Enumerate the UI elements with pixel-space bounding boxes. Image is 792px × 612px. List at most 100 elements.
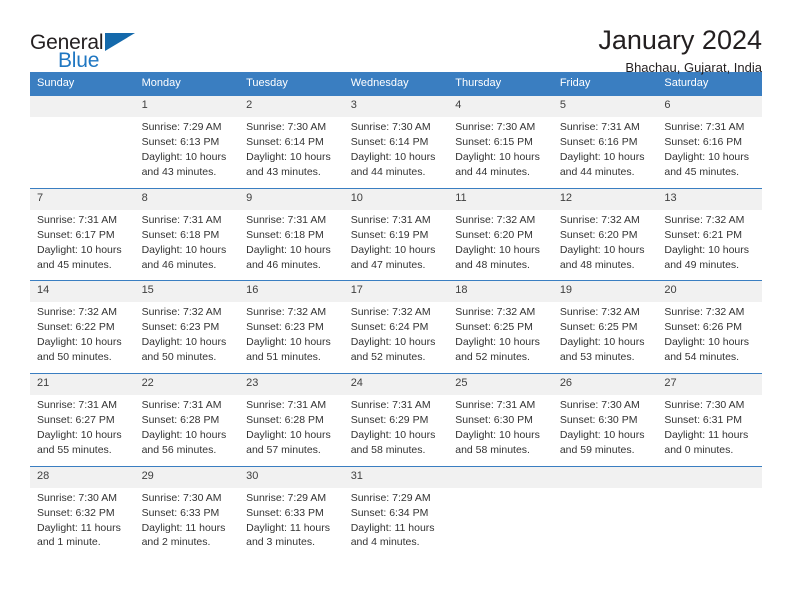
day-number: 7 [30, 187, 135, 210]
day-cell: Sunrise: 7:31 AM Sunset: 6:27 PM Dayligh… [30, 395, 135, 467]
day-cell: Sunrise: 7:31 AM Sunset: 6:28 PM Dayligh… [134, 395, 240, 467]
week-row-daynumbers: 28 29 30 31 [30, 465, 762, 488]
day-cell: Sunrise: 7:32 AM Sunset: 6:23 PM Dayligh… [239, 302, 344, 374]
daylight-text-line1: Daylight: 10 hours [350, 336, 436, 349]
day-number: 2 [239, 95, 344, 118]
day-cell: Sunrise: 7:30 AM Sunset: 6:32 PM Dayligh… [30, 487, 135, 559]
day-cell [448, 487, 553, 559]
daylight-text-line2: and 44 minutes. [455, 165, 530, 178]
sunset-text: Sunset: 6:21 PM [664, 228, 743, 241]
sunset-text: Sunset: 6:33 PM [141, 506, 220, 519]
daylight-text-line2: and 3 minutes. [246, 536, 316, 549]
sunset-text: Sunset: 6:30 PM [455, 413, 533, 426]
daylight-text-line2: and 50 minutes. [37, 351, 112, 364]
day-number: 24 [343, 373, 449, 396]
day-cell: Sunrise: 7:31 AM Sunset: 6:19 PM Dayligh… [343, 209, 449, 281]
sunrise-text: Sunrise: 7:31 AM [141, 399, 222, 412]
week-row-details: Sunrise: 7:32 AM Sunset: 6:22 PM Dayligh… [30, 302, 762, 374]
daylight-text-line1: Daylight: 11 hours [350, 521, 435, 534]
sunrise-text: Sunrise: 7:31 AM [246, 399, 327, 412]
daylight-text-line1: Daylight: 10 hours [141, 336, 227, 349]
sunrise-text: Sunrise: 7:29 AM [141, 121, 222, 134]
daylight-text-line1: Daylight: 10 hours [246, 151, 331, 163]
sunset-text: Sunset: 6:32 PM [37, 506, 115, 519]
day-number: 10 [343, 187, 449, 210]
daylight-text-line2: and 58 minutes. [455, 443, 530, 456]
day-cell: Sunrise: 7:31 AM Sunset: 6:29 PM Dayligh… [343, 395, 449, 467]
day-number: 29 [134, 465, 240, 488]
day-cell: Sunrise: 7:31 AM Sunset: 6:30 PM Dayligh… [448, 395, 553, 467]
week-row-details: Sunrise: 7:30 AM Sunset: 6:32 PM Dayligh… [30, 487, 762, 559]
weekday-header-wednesday: Wednesday [343, 72, 449, 96]
sunset-text: Sunset: 6:20 PM [559, 228, 638, 241]
sunrise-text: Sunrise: 7:30 AM [246, 121, 327, 134]
week-row-daynumbers: 1 2 3 4 5 6 [30, 95, 762, 118]
sunrise-text: Sunrise: 7:32 AM [455, 306, 536, 319]
sunrise-text: Sunrise: 7:30 AM [455, 121, 536, 134]
day-number: 16 [239, 280, 344, 303]
sunset-text: Sunset: 6:31 PM [664, 413, 743, 426]
sunset-text: Sunset: 6:25 PM [455, 321, 533, 334]
sunset-text: Sunset: 6:28 PM [246, 413, 324, 426]
day-cell: Sunrise: 7:29 AM Sunset: 6:13 PM Dayligh… [134, 117, 240, 189]
day-number: 11 [448, 187, 553, 210]
location-subtitle: Bhachau, Gujarat, India [625, 60, 762, 76]
day-number [657, 465, 762, 488]
day-number: 18 [448, 280, 553, 303]
day-cell [30, 117, 135, 189]
day-cell: Sunrise: 7:32 AM Sunset: 6:26 PM Dayligh… [657, 302, 762, 374]
weekday-header-friday: Friday [552, 72, 658, 96]
weekday-header-sunday: Sunday [30, 72, 135, 96]
day-cell: Sunrise: 7:30 AM Sunset: 6:15 PM Dayligh… [448, 117, 553, 189]
week-row-daynumbers: 14 15 16 17 18 19 20 [30, 280, 762, 303]
day-number: 20 [657, 280, 762, 303]
day-number: 14 [30, 280, 135, 303]
sunset-text: Sunset: 6:24 PM [350, 321, 429, 334]
daylight-text-line2: and 48 minutes. [455, 258, 530, 271]
sunrise-text: Sunrise: 7:31 AM [350, 213, 431, 226]
sunrise-text: Sunrise: 7:30 AM [350, 121, 431, 134]
sunset-text: Sunset: 6:16 PM [664, 136, 743, 149]
day-cell: Sunrise: 7:32 AM Sunset: 6:22 PM Dayligh… [30, 302, 135, 374]
daylight-text-line2: and 45 minutes. [664, 165, 740, 178]
day-cell: Sunrise: 7:31 AM Sunset: 6:16 PM Dayligh… [657, 117, 762, 189]
sunset-text: Sunset: 6:14 PM [246, 136, 324, 149]
sunrise-text: Sunrise: 7:32 AM [37, 306, 117, 319]
daylight-text-line1: Daylight: 10 hours [37, 336, 122, 349]
daylight-text-line1: Daylight: 10 hours [455, 243, 540, 256]
sunset-text: Sunset: 6:16 PM [559, 136, 638, 149]
daylight-text-line1: Daylight: 11 hours [664, 428, 749, 441]
day-cell: Sunrise: 7:30 AM Sunset: 6:33 PM Dayligh… [134, 487, 240, 559]
sunset-text: Sunset: 6:30 PM [559, 413, 638, 426]
sunset-text: Sunset: 6:13 PM [141, 136, 220, 149]
daylight-text-line1: Daylight: 10 hours [37, 428, 122, 441]
weekday-header-saturday: Saturday [657, 72, 762, 96]
sunrise-text: Sunrise: 7:30 AM [664, 399, 745, 412]
page-header: General Blue January 2024 Bhachau, Gujar… [30, 0, 762, 76]
daylight-text-line1: Daylight: 10 hours [455, 336, 540, 349]
day-number: 8 [134, 187, 240, 210]
day-cell: Sunrise: 7:31 AM Sunset: 6:18 PM Dayligh… [134, 209, 240, 281]
week-row-details: Sunrise: 7:29 AM Sunset: 6:13 PM Dayligh… [30, 117, 762, 189]
daylight-text-line2: and 52 minutes. [350, 351, 426, 364]
day-cell: Sunrise: 7:30 AM Sunset: 6:31 PM Dayligh… [657, 395, 762, 467]
daylight-text-line1: Daylight: 10 hours [141, 428, 227, 441]
day-number: 5 [552, 95, 658, 118]
sunrise-text: Sunrise: 7:32 AM [559, 213, 640, 226]
sunrise-text: Sunrise: 7:32 AM [664, 306, 745, 319]
sunrise-text: Sunrise: 7:31 AM [455, 399, 536, 412]
daylight-text-line2: and 47 minutes. [350, 258, 426, 271]
sunrise-text: Sunrise: 7:32 AM [141, 306, 222, 319]
sunrise-text: Sunrise: 7:29 AM [246, 491, 327, 504]
weekday-header-tuesday: Tuesday [239, 72, 344, 96]
day-number: 30 [239, 465, 344, 488]
day-number: 1 [134, 95, 240, 118]
day-cell [552, 487, 658, 559]
daylight-text-line1: Daylight: 10 hours [246, 428, 331, 441]
day-number: 17 [343, 280, 449, 303]
daylight-text-line2: and 48 minutes. [559, 258, 635, 271]
day-number: 12 [552, 187, 658, 210]
sunset-text: Sunset: 6:18 PM [141, 228, 220, 241]
sunrise-text: Sunrise: 7:32 AM [246, 306, 327, 319]
sunrise-text: Sunrise: 7:30 AM [37, 491, 117, 504]
